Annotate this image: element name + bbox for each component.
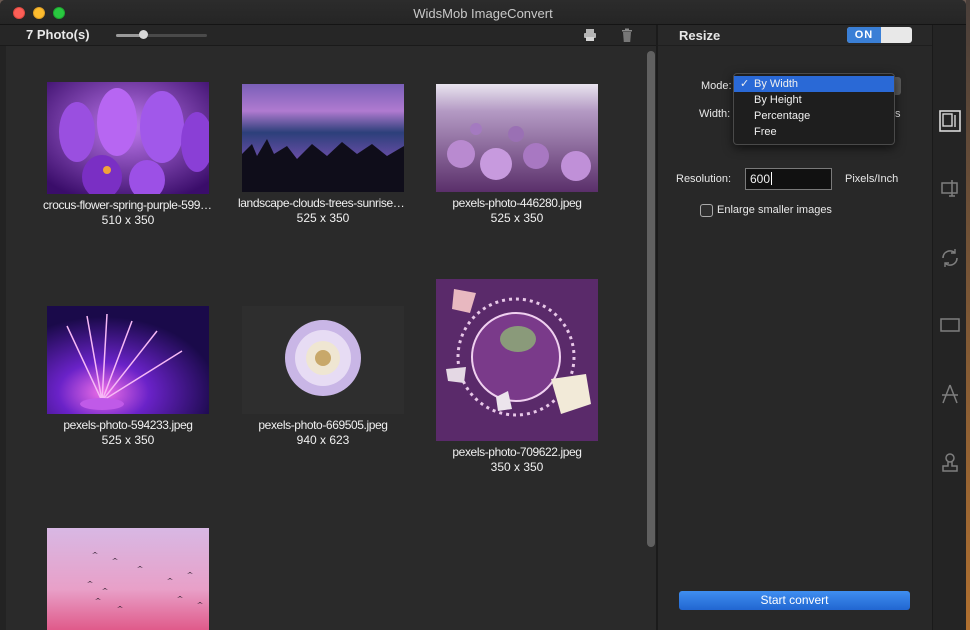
photo-dimensions: 510 x 350 bbox=[101, 213, 155, 227]
rotate-icon[interactable] bbox=[938, 246, 962, 270]
panel-header: Resize ON bbox=[658, 25, 932, 46]
thumbnail-size-slider[interactable] bbox=[116, 30, 207, 39]
printer-icon[interactable] bbox=[582, 27, 598, 43]
desktop-background bbox=[966, 0, 970, 630]
photo-filename: pexels-photo-594233.jpeg bbox=[63, 418, 193, 432]
photo-dimensions: 525 x 350 bbox=[101, 433, 155, 447]
photo-filename: pexels-photo-709622.jpeg bbox=[452, 445, 582, 459]
photo-toolbar: 7 Photo(s) bbox=[0, 25, 658, 46]
stamp-icon[interactable] bbox=[938, 451, 962, 475]
photo-item[interactable]: crocus-flower-spring-purple-5999... 510 … bbox=[33, 82, 223, 227]
resolution-input[interactable]: 600 bbox=[745, 168, 832, 190]
frame-icon[interactable] bbox=[938, 313, 962, 337]
resize-icon[interactable] bbox=[938, 109, 962, 133]
photo-item[interactable]: pexels-photo-709622.jpeg 350 x 350 bbox=[422, 279, 612, 474]
resize-toggle[interactable]: ON bbox=[847, 27, 912, 43]
mode-option-label: Free bbox=[754, 126, 777, 138]
window-title: WidsMob ImageConvert bbox=[413, 6, 553, 21]
slider-knob[interactable] bbox=[139, 30, 149, 39]
text-watermark-icon[interactable] bbox=[938, 382, 962, 406]
photo-item[interactable]: pexels-photo-446280.jpeg 525 x 350 bbox=[422, 84, 612, 225]
photo-thumbnail[interactable] bbox=[47, 82, 209, 194]
photo-thumbnail[interactable] bbox=[47, 306, 209, 414]
panel-title: Resize bbox=[679, 28, 721, 43]
photo-item[interactable]: landscape-clouds-trees-sunrise-2... 525 … bbox=[228, 84, 418, 225]
mode-option-label: By Width bbox=[754, 78, 799, 90]
trash-icon[interactable] bbox=[619, 27, 635, 43]
photo-dimensions: 525 x 350 bbox=[490, 211, 544, 225]
photo-item[interactable] bbox=[33, 528, 223, 630]
resolution-unit: Pixels/Inch bbox=[845, 173, 899, 185]
photo-dimensions: 940 x 623 bbox=[296, 433, 350, 447]
photo-item[interactable]: pexels-photo-594233.jpeg 525 x 350 bbox=[33, 306, 223, 447]
title-bar[interactable]: WidsMob ImageConvert bbox=[0, 0, 966, 25]
photo-item[interactable]: pexels-photo-669505.jpeg 940 x 623 bbox=[228, 306, 418, 447]
width-unit-label: s bbox=[895, 108, 901, 120]
photo-thumbnail[interactable] bbox=[47, 528, 209, 630]
toggle-on-label: ON bbox=[847, 27, 881, 43]
mode-label: Mode: bbox=[701, 80, 732, 92]
checkmark-icon: ✓ bbox=[740, 78, 750, 90]
enlarge-checkbox[interactable] bbox=[700, 204, 713, 217]
photo-filename: pexels-photo-669505.jpeg bbox=[258, 418, 388, 432]
mode-option-by-width[interactable]: ✓ By Width bbox=[734, 76, 894, 92]
mode-option-label: Percentage bbox=[754, 110, 811, 122]
width-label: Width: bbox=[699, 108, 731, 120]
resolution-value: 600 bbox=[750, 172, 771, 186]
start-convert-button[interactable]: Start convert bbox=[679, 591, 910, 610]
photo-thumbnail[interactable] bbox=[242, 306, 404, 414]
photo-filename: pexels-photo-446280.jpeg bbox=[452, 196, 582, 210]
mode-option-percentage[interactable]: Percentage bbox=[734, 108, 894, 124]
mode-dropdown-menu[interactable]: ✓ By Width By Height Percentage Free bbox=[733, 73, 895, 145]
crop-icon[interactable] bbox=[938, 177, 962, 201]
settings-panel: Resize ON Mode: Width: s ✓ By Width By H… bbox=[658, 25, 932, 630]
photo-grid[interactable]: crocus-flower-spring-purple-5999... 510 … bbox=[6, 46, 658, 630]
enlarge-label: Enlarge smaller images bbox=[717, 204, 832, 216]
app-window: WidsMob ImageConvert 7 Photo(s) crocus-f bbox=[0, 0, 966, 630]
photo-filename: landscape-clouds-trees-sunrise-2... bbox=[238, 196, 408, 210]
photo-dimensions: 350 x 350 bbox=[490, 460, 544, 474]
photo-filename: crocus-flower-spring-purple-5999... bbox=[43, 198, 213, 212]
photo-thumbnail[interactable] bbox=[436, 279, 598, 441]
photo-thumbnail[interactable] bbox=[242, 84, 404, 192]
mode-option-by-height[interactable]: By Height bbox=[734, 92, 894, 108]
mode-option-label: By Height bbox=[754, 94, 802, 106]
tool-strip bbox=[932, 25, 966, 630]
photo-dimensions: 525 x 350 bbox=[296, 211, 350, 225]
mode-option-free[interactable]: Free bbox=[734, 124, 894, 140]
photo-grid-scrollbar[interactable] bbox=[647, 51, 655, 547]
photo-count: 7 Photo(s) bbox=[26, 27, 90, 42]
photo-thumbnail[interactable] bbox=[436, 84, 598, 192]
resolution-label: Resolution: bbox=[676, 173, 732, 185]
